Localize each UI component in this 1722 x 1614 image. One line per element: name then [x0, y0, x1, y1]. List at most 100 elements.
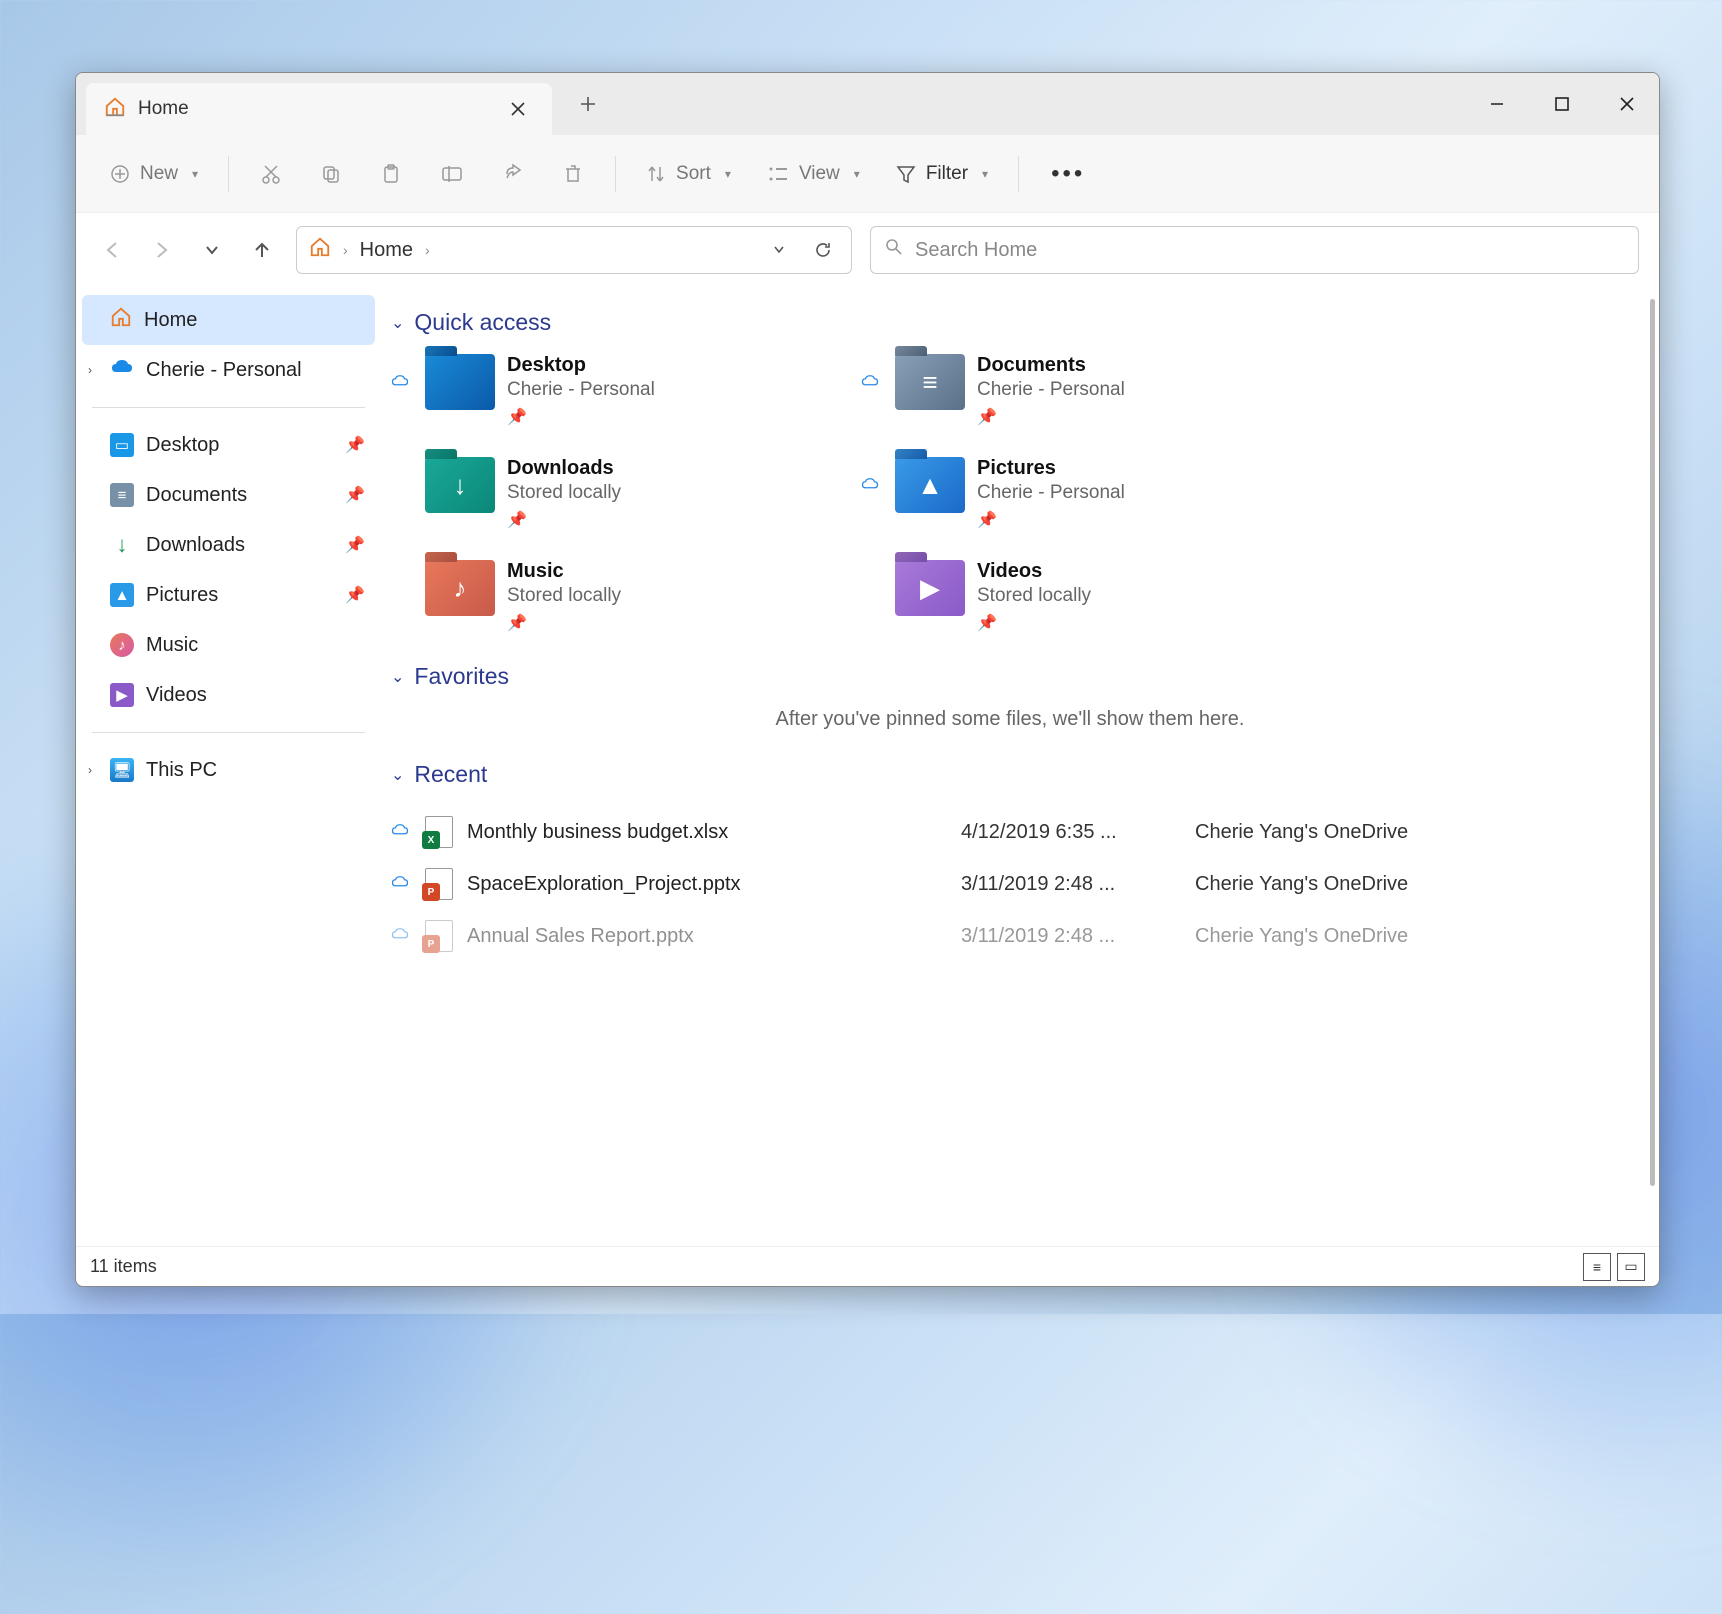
new-button[interactable]: New ▾ — [96, 150, 212, 198]
music-icon: ♪ — [110, 633, 134, 657]
filter-button[interactable]: Filter ▾ — [882, 150, 1002, 198]
quick-access-item[interactable]: ▲ Pictures Cherie - Personal 📌 — [861, 457, 1301, 530]
folder-name: Documents — [977, 354, 1125, 377]
address-bar[interactable]: › Home › — [296, 226, 852, 274]
cloud-icon — [391, 875, 411, 894]
sidebar-item-pictures[interactable]: ▲ Pictures 📌 — [82, 570, 375, 620]
chevron-down-icon: ▾ — [982, 167, 988, 181]
thumbnails-view-button[interactable]: ▭ — [1617, 1253, 1645, 1281]
cut-button[interactable] — [245, 150, 297, 198]
more-button[interactable]: ••• — [1035, 150, 1101, 198]
share-button[interactable] — [487, 150, 539, 198]
scrollbar[interactable] — [1650, 299, 1655, 1186]
file-name: Monthly business budget.xlsx — [467, 821, 947, 844]
quick-access-item[interactable]: ♪ Music Stored locally 📌 — [391, 560, 831, 633]
tab-title: Home — [138, 98, 490, 120]
pin-icon: 📌 — [977, 407, 1125, 427]
forward-button[interactable] — [146, 234, 178, 266]
quick-access-item[interactable]: ▶ Videos Stored locally 📌 — [861, 560, 1301, 633]
item-count: 11 items — [90, 1256, 157, 1277]
thispc-icon: 🖥 — [110, 758, 134, 782]
pictures-icon: ▲ — [110, 583, 134, 607]
chevron-down-icon: ▾ — [192, 167, 198, 181]
tab-home[interactable]: Home — [86, 83, 552, 135]
folder-location: Cherie - Personal — [977, 482, 1125, 504]
recent-file-row[interactable]: P Annual Sales Report.pptx 3/11/2019 2:4… — [391, 910, 1629, 962]
chevron-right-icon[interactable]: › — [88, 363, 92, 377]
section-favorites[interactable]: ⌄ Favorites — [391, 663, 1629, 690]
refresh-button[interactable] — [807, 234, 839, 266]
pin-icon: 📌 — [345, 585, 365, 605]
folder-icon: ♪ — [425, 560, 495, 616]
folder-icon — [425, 354, 495, 410]
chevron-down-icon: ⌄ — [391, 765, 404, 785]
quick-access-item[interactable]: Desktop Cherie - Personal 📌 — [391, 354, 831, 427]
pin-icon: 📌 — [507, 510, 621, 530]
pin-icon: 📌 — [977, 613, 1091, 633]
folder-name: Pictures — [977, 457, 1125, 480]
details-view-button[interactable]: ≡ — [1583, 1253, 1611, 1281]
close-window-button[interactable] — [1594, 73, 1659, 135]
back-button[interactable] — [96, 234, 128, 266]
folder-icon: ▶ — [895, 560, 965, 616]
sidebar-item-thispc[interactable]: › 🖥 This PC — [82, 745, 375, 795]
search-placeholder: Search Home — [915, 239, 1037, 262]
sort-button[interactable]: Sort ▾ — [632, 150, 745, 198]
chevron-right-icon[interactable]: › — [88, 763, 92, 777]
sidebar-item-music[interactable]: ♪ Music — [82, 620, 375, 670]
up-button[interactable] — [246, 234, 278, 266]
quick-access-item[interactable]: ≡ Documents Cherie - Personal 📌 — [861, 354, 1301, 427]
pin-icon: 📌 — [345, 435, 365, 455]
chevron-right-icon: › — [425, 242, 430, 258]
file-date: 3/11/2019 2:48 ... — [961, 873, 1181, 896]
pin-icon: 📌 — [345, 535, 365, 555]
chevron-down-icon: ▾ — [854, 167, 860, 181]
folder-icon: ↓ — [425, 457, 495, 513]
address-dropdown-button[interactable] — [763, 234, 795, 266]
titlebar: Home — [76, 73, 1659, 135]
paste-button[interactable] — [365, 150, 417, 198]
folder-location: Cherie - Personal — [977, 379, 1125, 401]
minimize-button[interactable] — [1464, 73, 1529, 135]
desktop-icon: ▭ — [110, 433, 134, 457]
sidebar-item-downloads[interactable]: ↓ Downloads 📌 — [82, 520, 375, 570]
tab-close-button[interactable] — [502, 93, 534, 125]
sidebar-item-home[interactable]: Home — [82, 295, 375, 345]
folder-location: Stored locally — [507, 482, 621, 504]
section-recent[interactable]: ⌄ Recent — [391, 761, 1629, 788]
search-input[interactable]: Search Home — [870, 226, 1639, 274]
rename-button[interactable] — [425, 150, 479, 198]
folder-location: Stored locally — [977, 585, 1091, 607]
view-button[interactable]: View ▾ — [753, 150, 874, 198]
file-icon: P — [425, 868, 453, 900]
section-quick-access[interactable]: ⌄ Quick access — [391, 309, 1629, 336]
sidebar-item-onedrive[interactable]: › Cherie - Personal — [82, 345, 375, 395]
folder-name: Music — [507, 560, 621, 583]
delete-button[interactable] — [547, 150, 599, 198]
recent-file-row[interactable]: P SpaceExploration_Project.pptx 3/11/201… — [391, 858, 1629, 910]
search-icon — [885, 238, 903, 262]
pin-icon: 📌 — [345, 485, 365, 505]
pin-icon: 📌 — [507, 407, 655, 427]
chevron-down-icon: ▾ — [725, 167, 731, 181]
file-date: 3/11/2019 2:48 ... — [961, 925, 1181, 948]
copy-button[interactable] — [305, 150, 357, 198]
folder-name: Downloads — [507, 457, 621, 480]
recent-locations-button[interactable] — [196, 234, 228, 266]
sidebar-item-desktop[interactable]: ▭ Desktop 📌 — [82, 420, 375, 470]
toolbar: New ▾ Sort ▾ View ▾ Filter ▾ ••• — [76, 135, 1659, 213]
home-icon — [309, 236, 331, 264]
file-explorer-window: Home New ▾ Sort ▾ — [75, 72, 1660, 1287]
file-name: Annual Sales Report.pptx — [467, 925, 947, 948]
new-tab-button[interactable] — [572, 88, 604, 120]
cloud-icon — [391, 374, 413, 393]
pin-icon: 📌 — [507, 613, 621, 633]
chevron-down-icon: ⌄ — [391, 313, 404, 333]
breadcrumb-home[interactable]: Home — [360, 239, 413, 262]
recent-file-row[interactable]: X Monthly business budget.xlsx 4/12/2019… — [391, 806, 1629, 858]
sidebar-item-documents[interactable]: ≡ Documents 📌 — [82, 470, 375, 520]
sidebar-item-videos[interactable]: ▶ Videos — [82, 670, 375, 720]
quick-access-item[interactable]: ↓ Downloads Stored locally 📌 — [391, 457, 831, 530]
chevron-down-icon: ⌄ — [391, 667, 404, 687]
maximize-button[interactable] — [1529, 73, 1594, 135]
